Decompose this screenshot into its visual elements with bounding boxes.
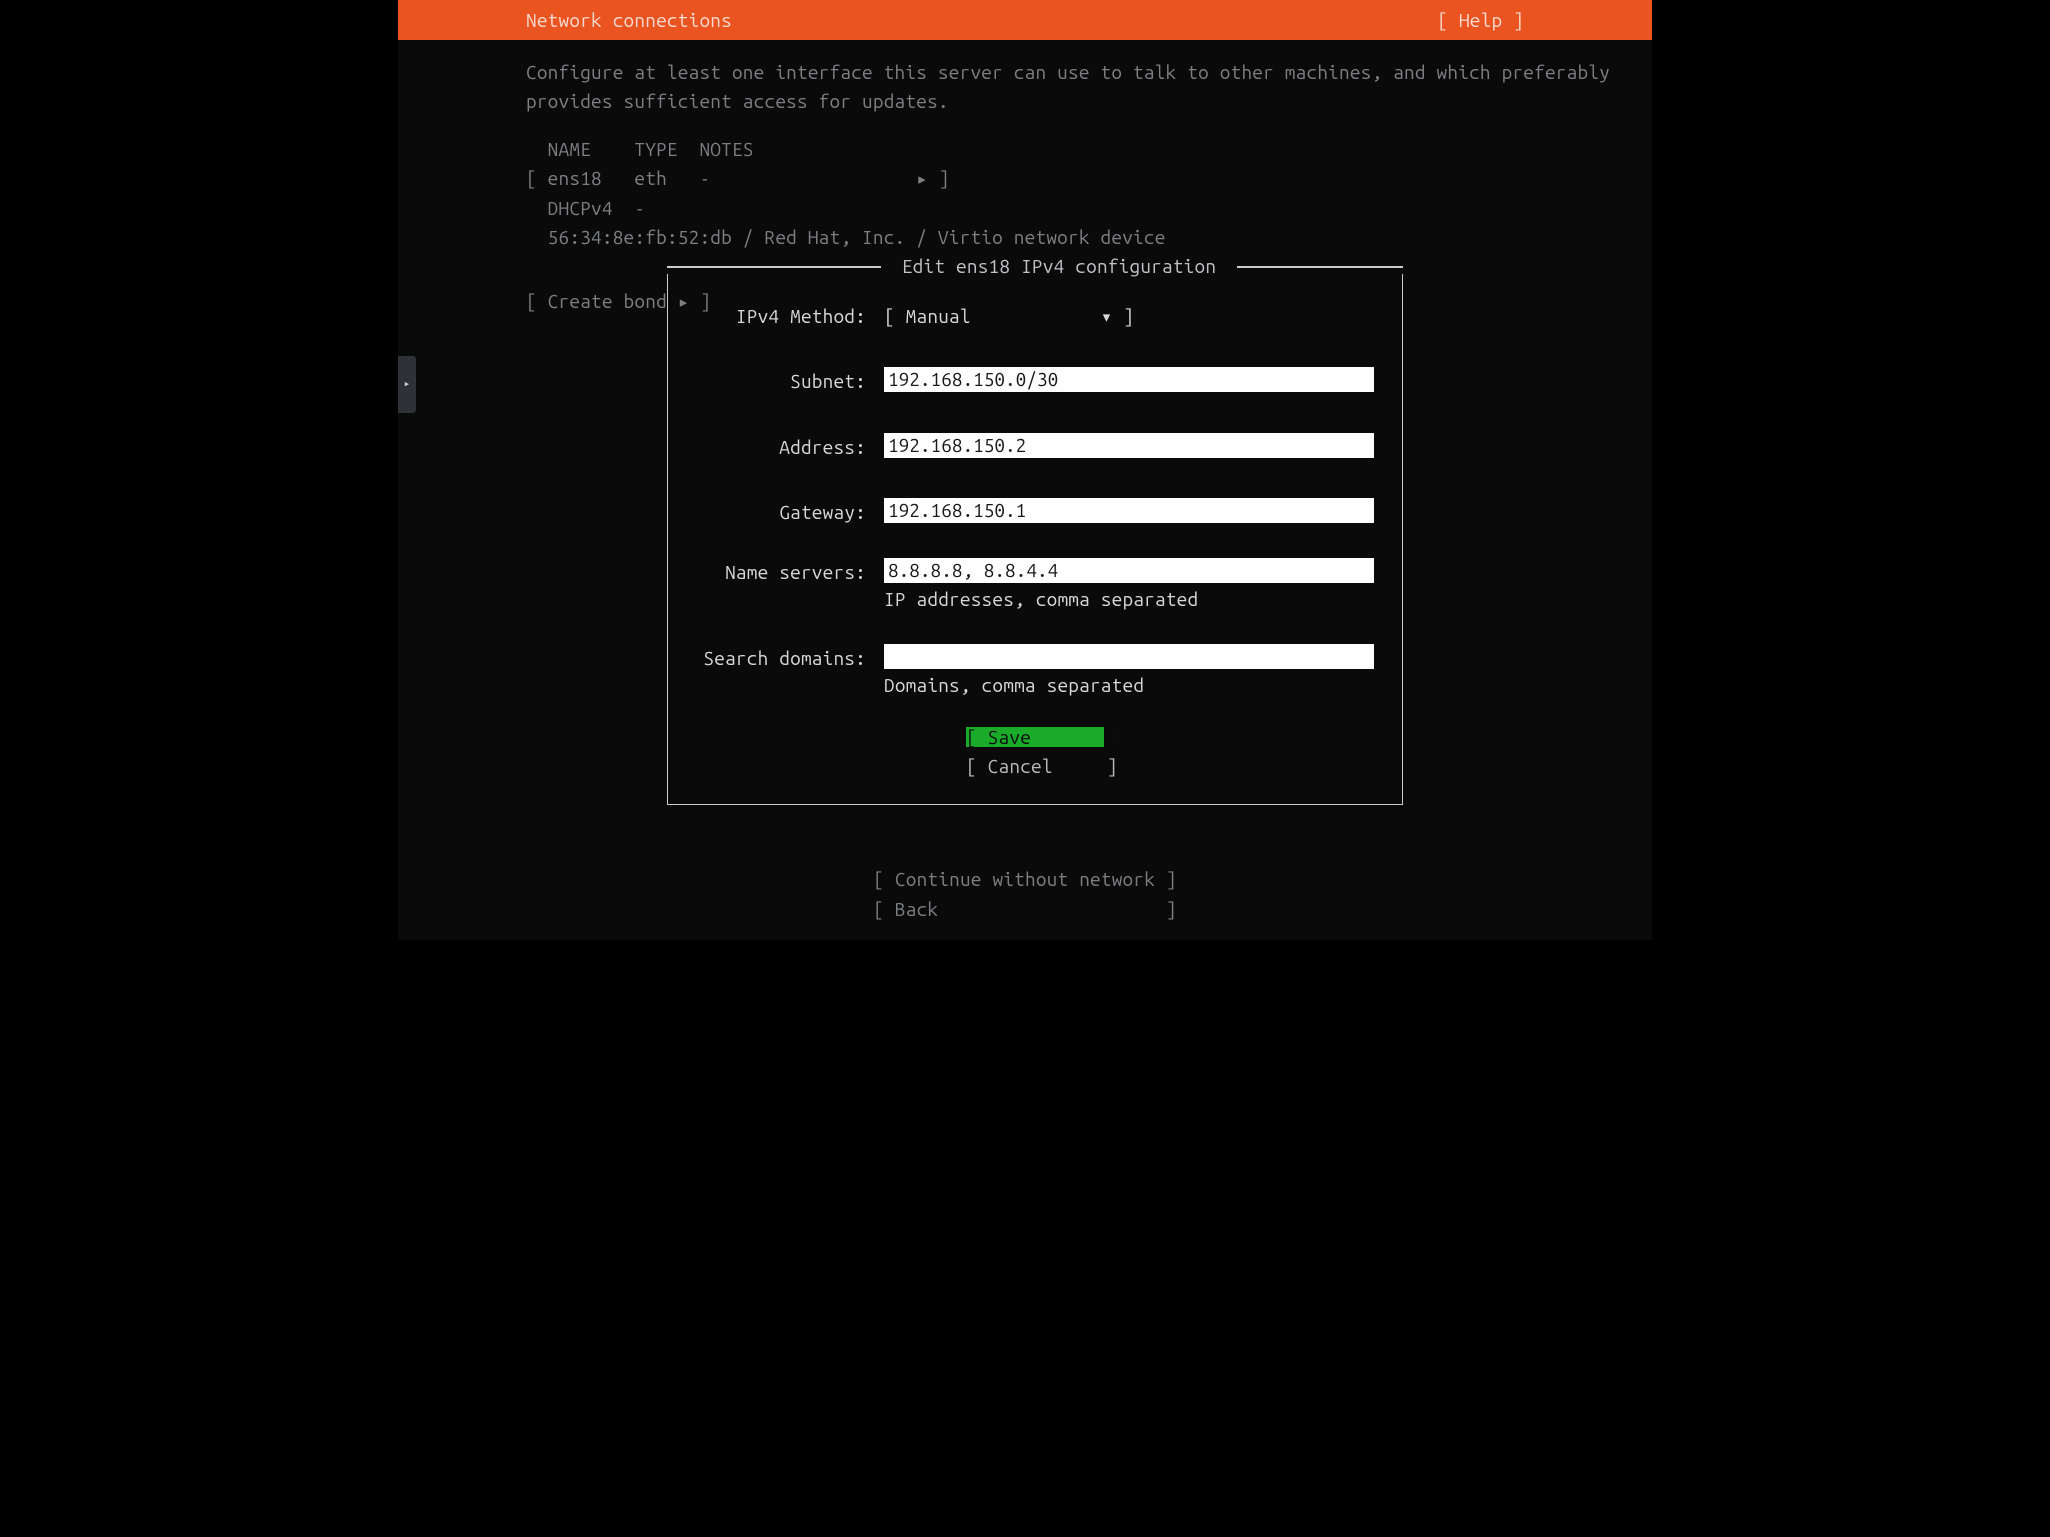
- name-servers-label: Name servers:: [696, 558, 884, 587]
- footer-actions: [ Continue without network ] [ Back ]: [398, 865, 1652, 924]
- page-description: Configure at least one interface this se…: [526, 58, 1524, 117]
- header-bar: Network connections [ Help ]: [398, 0, 1652, 40]
- ipv4-method-label: IPv4 Method:: [696, 302, 884, 331]
- name-servers-input[interactable]: [884, 558, 1374, 583]
- gateway-label: Gateway:: [696, 498, 884, 527]
- search-domains-label: Search domains:: [696, 644, 884, 673]
- search-domains-hint: Domains, comma separated: [884, 671, 1374, 700]
- cancel-button[interactable]: [ Cancel ]: [966, 756, 1104, 776]
- gateway-input[interactable]: [884, 498, 1374, 523]
- address-label: Address:: [696, 433, 884, 462]
- back-button[interactable]: [ Back ]: [398, 895, 1652, 924]
- page-title: Network connections: [526, 0, 732, 40]
- caret-right-icon: ▸: [404, 376, 411, 393]
- name-servers-hint: IP addresses, comma separated: [884, 585, 1374, 614]
- ipv4-config-dialog: Edit ens18 IPv4 configuration IPv4 Metho…: [667, 260, 1403, 805]
- help-button[interactable]: [ Help ]: [1437, 0, 1524, 40]
- interface-list[interactable]: NAME TYPE NOTES [ ens18 eth - ▸ ] DHCPv4…: [526, 135, 1524, 253]
- address-input[interactable]: [884, 433, 1374, 458]
- search-domains-input[interactable]: [884, 644, 1374, 669]
- side-expand-tab[interactable]: ▸: [398, 356, 416, 413]
- continue-without-network-button[interactable]: [ Continue without network ]: [398, 865, 1652, 894]
- subnet-input[interactable]: [884, 367, 1374, 392]
- subnet-label: Subnet:: [696, 367, 884, 396]
- dialog-title: Edit ens18 IPv4 configuration: [881, 252, 1237, 281]
- ipv4-method-select[interactable]: [ Manual ▾ ]: [884, 305, 1134, 327]
- save-button[interactable]: [ Save ]: [966, 727, 1104, 747]
